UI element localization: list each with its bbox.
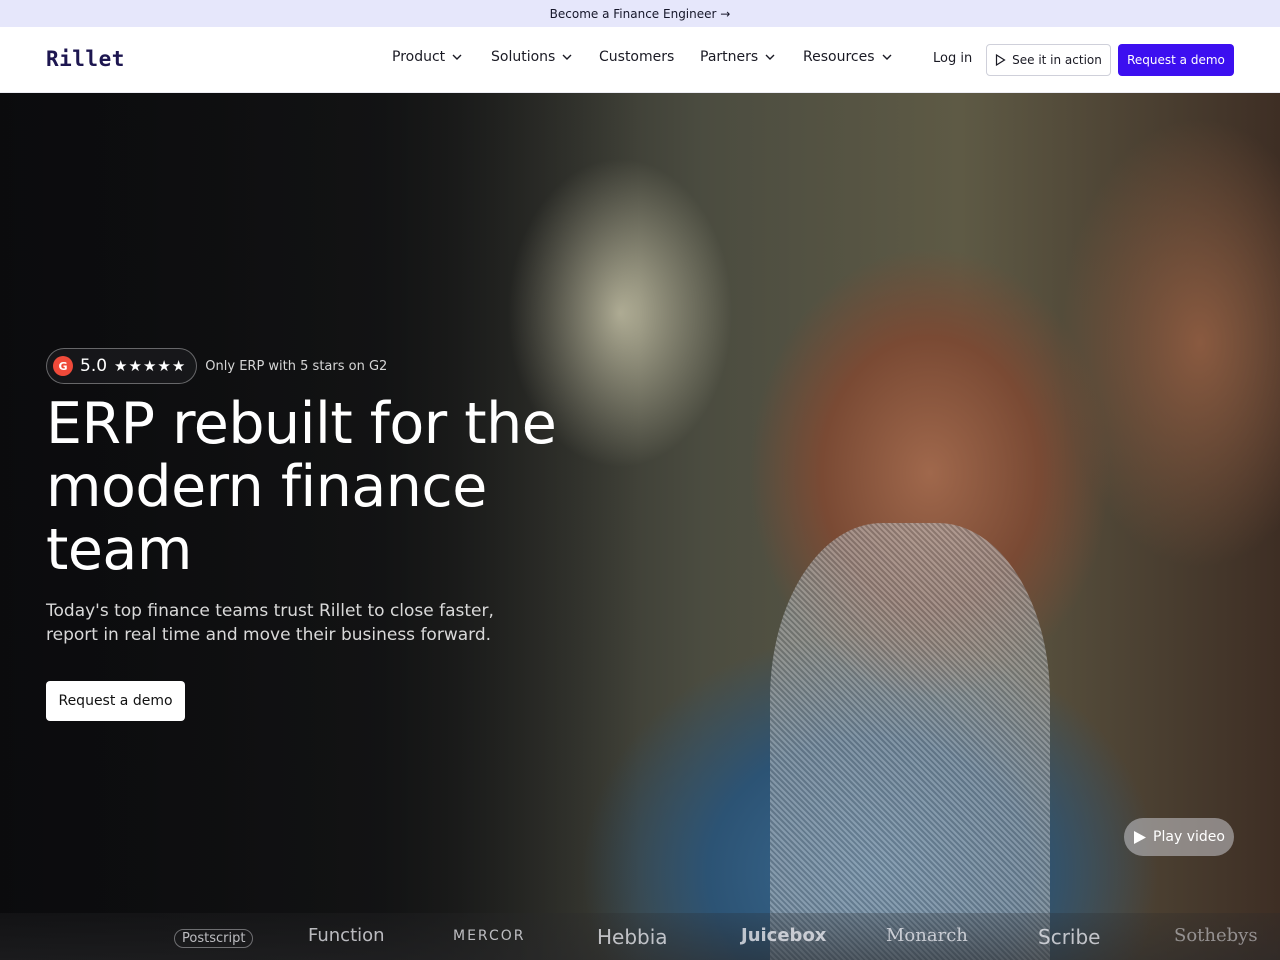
login-link[interactable]: Log in xyxy=(933,51,972,66)
hero-section: G 5.0 ★★★★★ Only ERP with 5 stars on G2 … xyxy=(0,93,1280,960)
customer-logo-strip: Postscript Function MERCOR Hebbia Juiceb… xyxy=(0,913,1280,960)
nav-item-label: Solutions xyxy=(491,49,556,65)
g2-rating: G 5.0 ★★★★★ Only ERP with 5 stars on G2 xyxy=(46,348,387,384)
chevron-down-icon xyxy=(452,54,462,60)
rating-score: 5.0 xyxy=(80,356,108,376)
hero-subtext: Today's top finance teams trust Rillet t… xyxy=(46,601,494,645)
see-in-action-button[interactable]: See it in action xyxy=(986,44,1111,76)
see-in-action-label: See it in action xyxy=(1012,53,1102,67)
chevron-down-icon xyxy=(765,54,775,60)
customer-logo-monarch: Monarch xyxy=(886,925,968,946)
customer-logo-mercor: MERCOR xyxy=(453,928,526,944)
nav-item-label: Resources xyxy=(803,49,875,65)
hero-request-demo-button[interactable]: Request a demo xyxy=(46,681,185,721)
nav-item-partners[interactable]: Partners xyxy=(700,49,776,65)
customer-logo-postscript: Postscript xyxy=(174,929,254,948)
hero-image-shirt xyxy=(770,523,1050,960)
nav-item-label: Customers xyxy=(599,49,675,65)
rating-text: Only ERP with 5 stars on G2 xyxy=(205,358,388,374)
nav-item-label: Product xyxy=(392,49,446,65)
hero-headline: ERP rebuilt for the modern finance team xyxy=(46,391,557,583)
customer-logo-sothebys: Sothebys xyxy=(1174,925,1258,946)
announcement-bar: Become a Finance Engineer → xyxy=(0,0,1280,27)
announcement-link[interactable]: Become a Finance Engineer → xyxy=(550,7,731,21)
request-demo-button[interactable]: Request a demo xyxy=(1118,44,1234,76)
nav-item-solutions[interactable]: Solutions xyxy=(491,49,573,65)
nav-item-product[interactable]: Product xyxy=(392,49,463,65)
star-rating-icon: ★★★★★ xyxy=(114,357,187,375)
nav-item-resources[interactable]: Resources xyxy=(803,49,893,65)
chevron-down-icon xyxy=(882,54,891,60)
nav-item-customers[interactable]: Customers xyxy=(599,49,674,65)
customer-logo-function: Function xyxy=(308,925,385,946)
play-icon xyxy=(996,54,1006,66)
nav-item-label: Partners xyxy=(700,49,759,65)
rating-pill: G 5.0 ★★★★★ xyxy=(46,348,198,384)
logo[interactable]: Rillet xyxy=(46,47,125,71)
g2-logo-icon: G xyxy=(53,356,73,376)
play-video-label: Play video xyxy=(1153,829,1225,845)
customer-logo-hebbia: Hebbia xyxy=(597,925,668,949)
play-icon xyxy=(1134,830,1147,844)
chevron-down-icon xyxy=(562,54,572,60)
customer-logo-scribe: Scribe xyxy=(1038,925,1101,949)
customer-logo-juicebox: Juicebox xyxy=(741,925,827,946)
play-video-button[interactable]: Play video xyxy=(1124,818,1234,856)
top-nav: Rillet Product Solutions Customers Partn… xyxy=(0,27,1280,93)
